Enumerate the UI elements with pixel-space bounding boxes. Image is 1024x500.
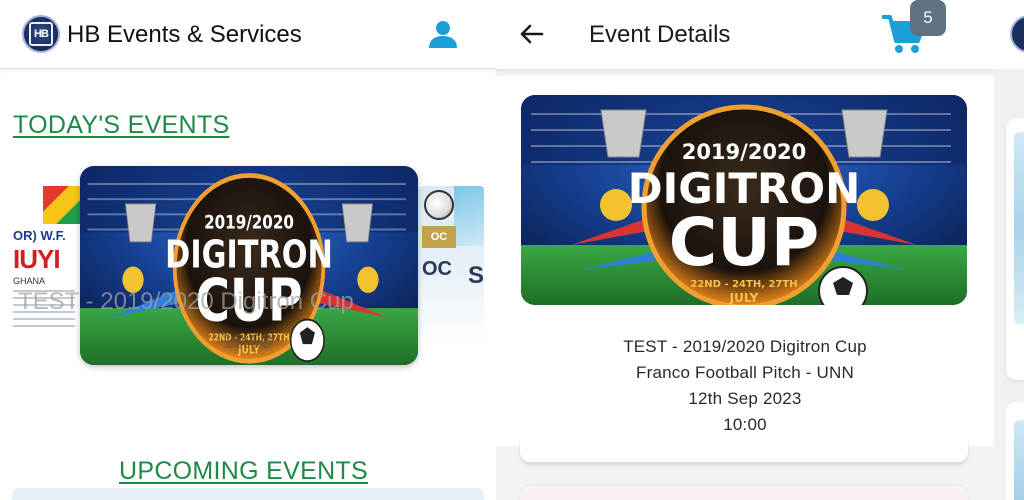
poster-large-dates: 22ND - 24TH, 27TH: [690, 279, 797, 290]
home-screen: HB HB Events & Services TODAY'S EVENTS O…: [0, 0, 496, 500]
arrow-left-icon[interactable]: [516, 19, 546, 49]
carousel-card-next[interactable]: OC OC S: [418, 186, 484, 344]
details-page-title: Event Details: [589, 21, 731, 48]
event-image: 2019/2020 DIGITRON CUP 22ND - 24TH, 27TH…: [521, 95, 967, 305]
upcoming-events-list-top[interactable]: [12, 488, 484, 500]
event-venue: Franco Football Pitch - UNN: [636, 363, 854, 382]
leaf-graphic: [454, 186, 484, 246]
poster-large-season: 2019/2020: [682, 140, 807, 164]
football-graphic: [424, 190, 454, 220]
flag-graphic: [43, 186, 83, 224]
next-detail-card[interactable]: [520, 486, 968, 500]
details-app-bar: Event Details 5: [496, 0, 994, 69]
event-date: 12th Sep 2023: [688, 389, 802, 408]
prev-card-line2: IUYI: [13, 244, 61, 274]
user-icon[interactable]: [428, 19, 458, 49]
app-logo: HB: [22, 15, 60, 53]
next-screen-app-bar: [994, 0, 1024, 69]
carousel-time: 10:00: [222, 331, 273, 353]
next-screen-card[interactable]: [1006, 118, 1024, 478]
app-logo-partial: [1010, 15, 1024, 53]
next-screen-card-2-image: [1014, 420, 1024, 500]
prev-card-line3: GHANA: [13, 276, 46, 286]
home-app-bar: HB HB Events & Services: [0, 0, 496, 69]
next-card-line2: S: [468, 262, 484, 289]
cart-count-badge: 5: [910, 0, 946, 36]
event-time: 10:00: [723, 415, 767, 434]
next-screen-preview: [994, 0, 1024, 500]
event-name: TEST - 2019/2020 Digitron Cup: [623, 337, 867, 356]
event-details-screen: Event Details 5 2019/2020 DIGITRON CUP 2…: [496, 0, 994, 500]
next-screen-card-image: [1014, 132, 1024, 324]
app-title: HB Events & Services: [67, 21, 302, 48]
detail-card-footer: [520, 438, 968, 462]
app-logo-text: HB: [29, 22, 53, 46]
next-card-tag: OC: [422, 226, 456, 248]
poster-season: 2019/2020: [204, 212, 294, 234]
event-detail-card: 2019/2020 DIGITRON CUP 22ND - 24TH, 27TH…: [496, 76, 994, 446]
poster-large-month: JULY: [729, 291, 759, 305]
upcoming-events-heading: UPCOMING EVENTS: [119, 457, 368, 485]
carousel-caption: TEST - 2019/2020 Digitron Cup: [18, 288, 354, 315]
todays-events-heading: TODAY'S EVENTS: [13, 111, 230, 139]
next-screen-card-2[interactable]: [1006, 402, 1024, 500]
poster-large-line2: CUP: [669, 204, 819, 281]
carousel-card-previous[interactable]: OR) W.F. IUYI GHANA: [13, 186, 83, 344]
next-card-line1: OC: [422, 258, 452, 280]
event-poster-image-large: 2019/2020 DIGITRON CUP 22ND - 24TH, 27TH…: [521, 95, 967, 305]
prev-card-line1: OR) W.F.: [13, 228, 66, 243]
